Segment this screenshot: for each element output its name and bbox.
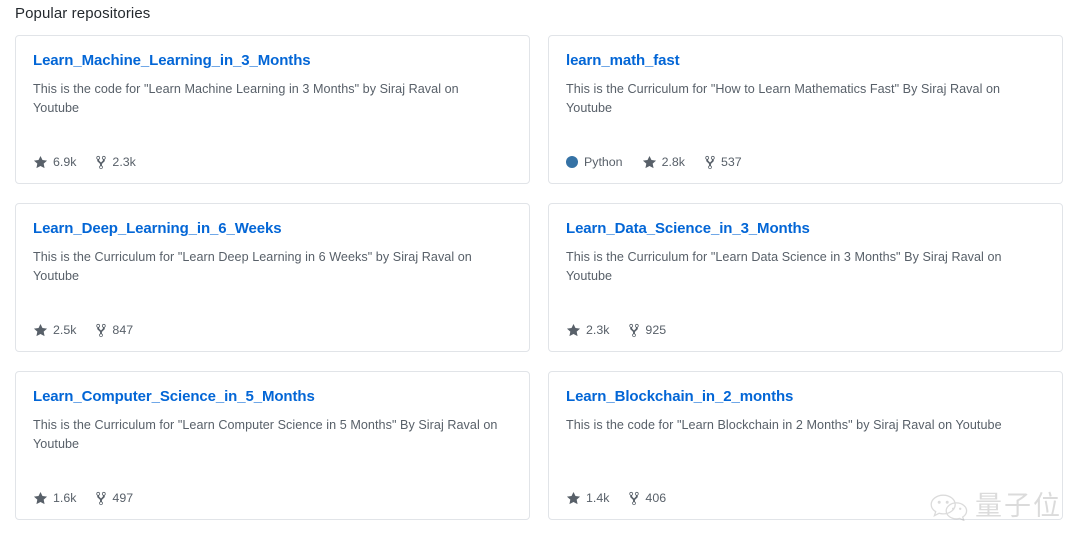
repository-stars[interactable]: 6.9k <box>33 154 76 169</box>
repo-forked-icon <box>628 323 640 338</box>
repository-card[interactable]: Learn_Computer_Science_in_5_Months This i… <box>15 371 530 520</box>
repo-forked-icon <box>95 323 107 338</box>
repository-card[interactable]: Learn_Blockchain_in_2_months This is the … <box>548 371 1063 520</box>
fork-count: 2.3k <box>112 154 136 169</box>
repository-description: This is the Curriculum for "Learn Comput… <box>33 418 498 451</box>
language-color-dot-icon <box>566 155 578 168</box>
repo-forked-icon <box>95 491 107 506</box>
repository-stars[interactable]: 2.8k <box>642 154 685 169</box>
page-title: Popular repositories <box>15 5 151 22</box>
star-count: 2.8k <box>661 154 685 169</box>
repository-language-label: Python <box>584 154 623 169</box>
star-count: 6.9k <box>53 154 77 169</box>
star-count: 1.6k <box>53 490 77 505</box>
repository-forks[interactable]: 847 <box>95 322 134 338</box>
repository-card[interactable]: learn_math_fast This is the Curriculum fo… <box>548 35 1063 184</box>
repository-stars[interactable]: 2.3k <box>566 322 609 337</box>
repository-meta: 2.5k 847 <box>33 322 134 338</box>
repository-description: This is the Curriculum for "Learn Deep L… <box>33 250 472 283</box>
repository-card[interactable]: Learn_Machine_Learning_in_3_Months This i… <box>15 35 530 184</box>
fork-count: 537 <box>721 154 742 169</box>
star-count: 2.3k <box>586 322 610 337</box>
repository-description: This is the code for "Learn Blockchain i… <box>566 418 1002 432</box>
repository-name-link[interactable]: Learn_Blockchain_in_2_months <box>566 387 793 406</box>
fork-count: 847 <box>112 322 134 337</box>
star-icon <box>642 155 657 170</box>
repository-name-link[interactable]: Learn_Machine_Learning_in_3_Months <box>33 51 311 70</box>
repository-card[interactable]: Learn_Deep_Learning_in_6_Weeks This is th… <box>15 203 530 352</box>
repository-forks[interactable]: 537 <box>704 154 742 170</box>
fork-count: 925 <box>645 322 667 337</box>
repository-language: Python <box>566 155 623 169</box>
repo-forked-icon <box>95 155 107 170</box>
star-icon <box>566 323 581 338</box>
repository-name-link[interactable]: Learn_Deep_Learning_in_6_Weeks <box>33 219 282 238</box>
fork-count: 497 <box>112 490 134 505</box>
repository-stars[interactable]: 1.6k <box>33 490 76 505</box>
repository-meta: 2.3k 925 <box>566 322 667 338</box>
repository-forks[interactable]: 406 <box>628 490 667 506</box>
repo-forked-icon <box>704 155 716 170</box>
star-count: 2.5k <box>53 322 77 337</box>
repository-description: This is the Curriculum for "How to Learn… <box>566 82 1001 115</box>
repository-name-link[interactable]: Learn_Data_Science_in_3_Months <box>566 219 810 238</box>
popular-repositories-page: Popular repositories Learn_Machine_Learn… <box>0 0 1080 543</box>
repository-stars[interactable]: 2.5k <box>33 322 76 337</box>
repository-card[interactable]: Learn_Data_Science_in_3_Months This is th… <box>548 203 1063 352</box>
repository-forks[interactable]: 925 <box>628 322 667 338</box>
repository-forks[interactable]: 497 <box>95 490 134 506</box>
star-icon <box>33 323 48 338</box>
repository-meta: 6.9k 2.3k <box>33 154 136 170</box>
repository-description: This is the code for "Learn Machine Lear… <box>33 82 459 115</box>
repository-description: This is the Curriculum for "Learn Data S… <box>566 250 1002 283</box>
repo-forked-icon <box>628 491 640 506</box>
repository-stars[interactable]: 1.4k <box>566 490 609 505</box>
fork-count: 406 <box>645 490 667 505</box>
star-icon <box>33 155 48 170</box>
repository-meta: 1.6k 497 <box>33 490 134 506</box>
repository-name-link[interactable]: Learn_Computer_Science_in_5_Months <box>33 387 315 406</box>
star-icon <box>566 491 581 506</box>
repository-meta: 1.4k 406 <box>566 490 667 506</box>
repository-meta: Python 2.8k 537 <box>566 154 742 170</box>
repository-grid: Learn_Machine_Learning_in_3_Months This i… <box>15 35 1063 520</box>
star-count: 1.4k <box>586 490 610 505</box>
star-icon <box>33 491 48 506</box>
repository-forks[interactable]: 2.3k <box>95 154 136 170</box>
repository-name-link[interactable]: learn_math_fast <box>566 51 680 70</box>
